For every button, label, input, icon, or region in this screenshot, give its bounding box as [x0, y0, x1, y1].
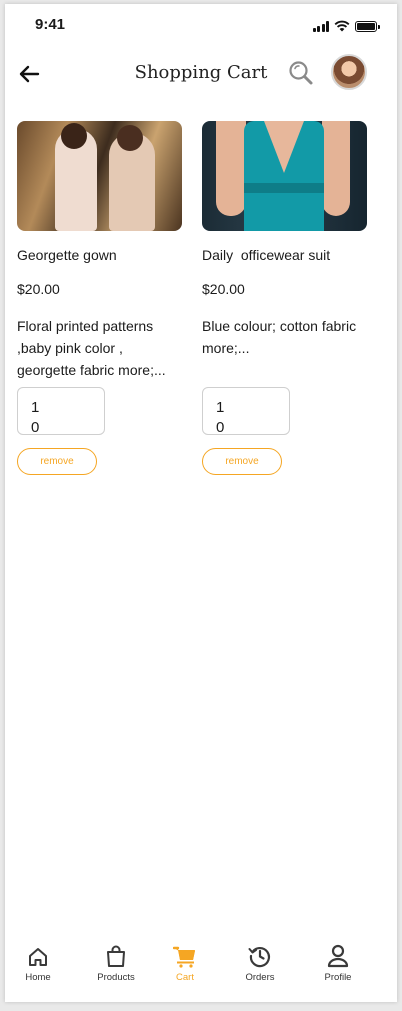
- quantity-field[interactable]: 10: [202, 387, 290, 435]
- product-price: $20.00: [202, 281, 245, 297]
- product-image[interactable]: [202, 121, 367, 231]
- nav-item-profile[interactable]: Profile: [303, 942, 373, 983]
- home-icon: [29, 948, 47, 966]
- history-clock-icon: [248, 947, 271, 968]
- wifi-icon: [334, 20, 350, 32]
- battery-icon: [355, 20, 380, 32]
- search-icon: [289, 61, 313, 85]
- quantity-field[interactable]: 10: [17, 387, 105, 435]
- product-name[interactable]: Georgette gown: [17, 247, 182, 265]
- app-header: Shopping Cart: [5, 54, 397, 94]
- cart-icon: [173, 946, 195, 968]
- nav-label: Cart: [176, 972, 194, 983]
- phone-screen: 9:41 Shopping Cart Georgette gown $20.00…: [5, 4, 397, 1002]
- status-bar: 9:41: [5, 16, 397, 40]
- user-icon: [327, 944, 349, 968]
- remove-button[interactable]: remove: [17, 448, 97, 475]
- nav-label: Home: [25, 972, 51, 983]
- cart-item: Daily officewear suit $20.00 Blue colour…: [202, 121, 367, 475]
- status-icons: [312, 20, 380, 32]
- nav-item-home[interactable]: Home: [3, 942, 73, 983]
- product-description: Blue colour; cotton fabric more;...: [202, 318, 357, 356]
- search-button[interactable]: [287, 59, 315, 87]
- nav-item-products[interactable]: Products: [81, 942, 151, 983]
- avatar[interactable]: [331, 54, 367, 90]
- product-image[interactable]: [17, 121, 182, 231]
- remove-button[interactable]: remove: [202, 448, 282, 475]
- quantity-value: 10: [216, 399, 225, 435]
- nav-label: Products: [97, 972, 135, 983]
- product-name[interactable]: Daily officewear suit: [202, 247, 367, 265]
- product-description: Floral printed patterns ,baby pink color…: [17, 318, 166, 378]
- nav-label: Orders: [245, 972, 275, 983]
- cart-item: Georgette gown $20.00 Floral printed pat…: [17, 121, 182, 475]
- quantity-value: 10: [31, 399, 40, 435]
- product-price: $20.00: [17, 281, 60, 297]
- nav-item-cart[interactable]: Cart: [150, 942, 220, 983]
- nav-label: Profile: [324, 972, 352, 983]
- signal-icon: [312, 20, 329, 32]
- shopping-bag-icon: [107, 945, 125, 967]
- nav-item-orders[interactable]: Orders: [225, 942, 295, 983]
- bottom-nav: Home Products Cart Orders Profile: [5, 942, 397, 992]
- status-time: 9:41: [35, 16, 66, 33]
